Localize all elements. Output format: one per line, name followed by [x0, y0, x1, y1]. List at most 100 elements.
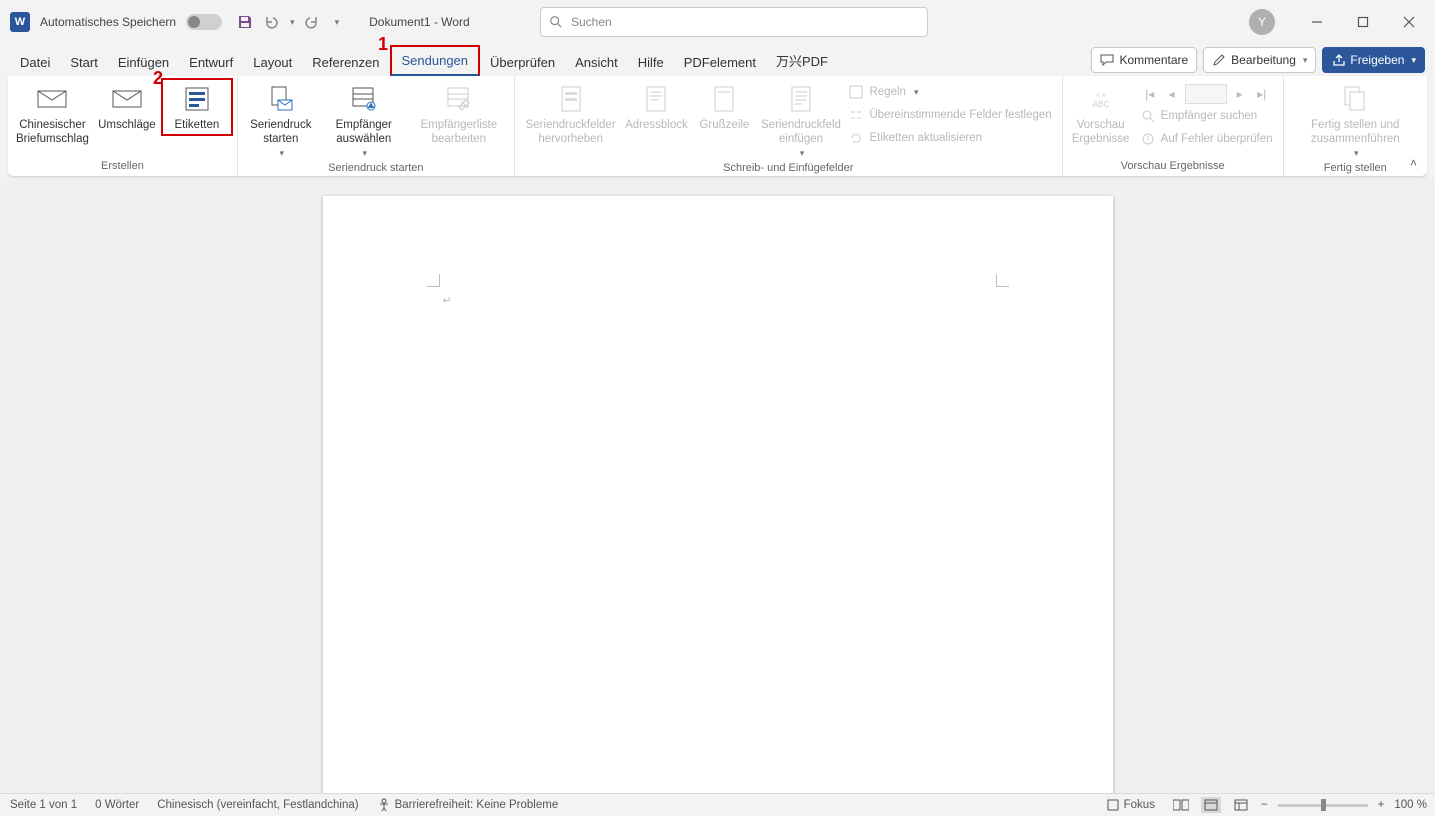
select-recipients-button[interactable]: Empfänger auswählen▾	[320, 78, 408, 160]
search-placeholder: Suchen	[571, 15, 612, 29]
comments-button[interactable]: Kommentare	[1091, 47, 1197, 73]
annotation-2: 2	[153, 68, 163, 89]
save-button[interactable]	[236, 13, 254, 31]
envelope-icon	[37, 88, 67, 110]
qat-more[interactable]: ▾	[335, 17, 340, 28]
next-record-button[interactable]: ▸	[1231, 85, 1249, 103]
undo-dropdown[interactable]: ▾	[290, 17, 295, 28]
alert-icon	[1141, 132, 1155, 146]
document-icon	[713, 86, 735, 112]
tab-start[interactable]: Start	[60, 49, 107, 76]
group-label-start: Seriendruck starten	[242, 160, 510, 178]
pencil-icon	[1212, 53, 1226, 67]
status-bar: Seite 1 von 1 0 Wörter Chinesisch (verei…	[0, 793, 1435, 816]
status-word-count[interactable]: 0 Wörter	[95, 799, 139, 811]
share-icon	[1331, 53, 1345, 67]
tab-sendungen[interactable]: Sendungen	[390, 45, 481, 76]
document-mail-icon	[268, 86, 294, 112]
ribbon-panel: 2 Chinesischer Briefumschlag Umschläge E…	[8, 76, 1427, 177]
print-layout-button[interactable]	[1201, 797, 1221, 813]
rules-button[interactable]: Regeln▾	[849, 82, 1051, 102]
minimize-button[interactable]	[1295, 7, 1339, 37]
insert-merge-field-button[interactable]: Seriendruckfeld einfügen▾	[758, 78, 843, 160]
chinese-envelope-button[interactable]: Chinesischer Briefumschlag	[12, 78, 93, 146]
record-navigation: |◂ ◂ ▸ ▸|	[1135, 78, 1279, 104]
label-icon	[184, 86, 210, 112]
group-label-erstellen: Erstellen	[12, 158, 233, 176]
tab-datei[interactable]: Datei	[10, 49, 60, 76]
find-recipient-button[interactable]: Empfänger suchen	[1141, 106, 1273, 126]
finish-merge-button[interactable]: Fertig stellen und zusammenführen▾	[1288, 78, 1423, 160]
zoom-slider[interactable]	[1278, 804, 1368, 807]
undo-button[interactable]	[262, 13, 280, 31]
check-errors-button[interactable]: Auf Fehler überprüfen	[1141, 129, 1273, 149]
autosave-label: Automatisches Speichern	[40, 15, 176, 29]
web-layout-button[interactable]	[1231, 797, 1251, 813]
record-number-input[interactable]	[1185, 84, 1227, 104]
tab-ansicht[interactable]: Ansicht	[565, 49, 628, 76]
preview-results-button[interactable]: « »ABC Vorschau Ergebnisse	[1067, 78, 1135, 146]
group-seriendruck-starten: Seriendruck starten▾ Empfänger auswählen…	[238, 76, 515, 176]
envelope-icon	[112, 88, 142, 110]
group-finish: Fertig stellen und zusammenführen▾ Ferti…	[1284, 76, 1427, 176]
highlight-merge-fields-button[interactable]: Seriendruckfelder hervorheben	[519, 78, 623, 146]
group-erstellen: Chinesischer Briefumschlag Umschläge Eti…	[8, 76, 238, 176]
document-page[interactable]: ↵	[323, 196, 1113, 794]
read-mode-button[interactable]	[1171, 797, 1191, 813]
document-title: Dokument1 - Word	[369, 15, 469, 29]
document-area: ↵	[0, 178, 1435, 794]
autosave-toggle[interactable]	[186, 14, 222, 30]
address-block-button[interactable]: Adressblock	[622, 78, 690, 132]
prev-record-button[interactable]: ◂	[1163, 85, 1181, 103]
collapse-ribbon-button[interactable]: ˄	[1410, 156, 1417, 170]
zoom-out-button[interactable]: −	[1261, 799, 1268, 811]
user-avatar[interactable]: Y	[1249, 9, 1275, 35]
tab-layout[interactable]: Layout	[243, 49, 302, 76]
refresh-icon	[849, 131, 863, 145]
tab-referenzen[interactable]: Referenzen	[302, 49, 389, 76]
paragraph-mark-icon: ↵	[443, 294, 452, 307]
tab-hilfe[interactable]: Hilfe	[628, 49, 674, 76]
search-input[interactable]: Suchen	[540, 7, 928, 37]
last-record-button[interactable]: ▸|	[1253, 85, 1271, 103]
svg-text:« »: « »	[1096, 92, 1106, 99]
group-preview: « »ABC Vorschau Ergebnisse |◂ ◂ ▸ ▸| Emp…	[1063, 76, 1284, 176]
greeting-line-button[interactable]: Grußzeile	[690, 78, 758, 132]
maximize-button[interactable]	[1341, 7, 1385, 37]
labels-button[interactable]: Etiketten	[161, 78, 233, 136]
quick-access-toolbar: ▾ ▾	[236, 13, 339, 31]
close-button[interactable]	[1387, 7, 1431, 37]
word-app-icon: W	[10, 12, 30, 32]
status-page[interactable]: Seite 1 von 1	[10, 799, 77, 811]
svg-text:ABC: ABC	[1092, 100, 1109, 109]
search-icon	[1141, 109, 1155, 123]
edit-list-icon	[446, 86, 472, 112]
title-bar: W Automatisches Speichern ▾ ▾ Dokument1 …	[0, 0, 1435, 44]
group-label-preview: Vorschau Ergebnisse	[1067, 158, 1279, 176]
first-record-button[interactable]: |◂	[1141, 85, 1159, 103]
editing-mode-button[interactable]: Bearbeitung▾	[1203, 47, 1316, 73]
envelopes-button[interactable]: Umschläge	[93, 78, 161, 132]
zoom-level[interactable]: 100 %	[1394, 799, 1427, 811]
recipients-icon	[351, 86, 377, 112]
document-icon	[560, 86, 582, 112]
window-controls: Y	[1249, 7, 1431, 37]
tab-ueberpruefen[interactable]: Überprüfen	[480, 49, 565, 76]
update-labels-button[interactable]: Etiketten aktualisieren	[849, 128, 1051, 148]
tab-wanxingpdf[interactable]: 万兴PDF	[766, 45, 838, 76]
start-mail-merge-button[interactable]: Seriendruck starten▾	[242, 78, 320, 160]
rules-icon	[849, 85, 863, 99]
tab-pdfelement[interactable]: PDFelement	[674, 49, 766, 76]
status-language[interactable]: Chinesisch (vereinfacht, Festlandchina)	[157, 799, 358, 811]
match-fields-button[interactable]: Übereinstimmende Felder festlegen	[849, 105, 1051, 125]
share-button[interactable]: Freigeben▾	[1322, 47, 1425, 73]
status-accessibility[interactable]: Barrierefreiheit: Keine Probleme	[377, 798, 559, 812]
tab-entwurf[interactable]: Entwurf	[179, 49, 243, 76]
document-icon	[790, 86, 812, 112]
zoom-in-button[interactable]: +	[1378, 799, 1385, 811]
comment-icon	[1100, 53, 1114, 67]
edit-recipient-list-button[interactable]: Empfängerliste bearbeiten	[408, 78, 510, 146]
tab-einfuegen[interactable]: Einfügen	[108, 49, 179, 76]
focus-mode-button[interactable]: Fokus	[1106, 798, 1155, 812]
redo-button[interactable]	[303, 13, 321, 31]
